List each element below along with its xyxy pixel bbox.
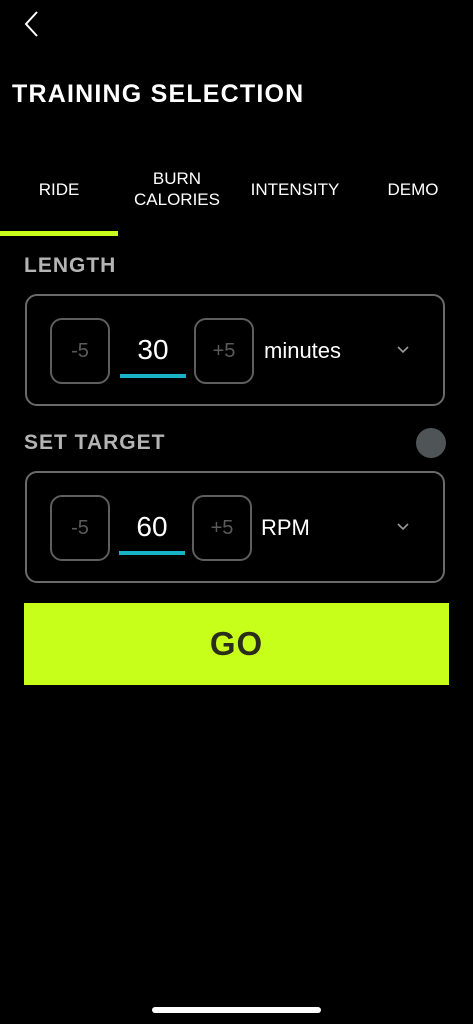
page-title: TRAINING SELECTION — [12, 80, 305, 108]
tab-ride[interactable]: RIDE — [0, 160, 118, 236]
tab-label: INTENSITY — [250, 179, 340, 199]
tab-intensity[interactable]: INTENSITY — [236, 160, 354, 236]
chevron-down-icon — [395, 519, 411, 535]
chevron-left-icon — [24, 11, 38, 37]
length-increment-button[interactable]: +5 — [194, 318, 254, 384]
target-unit-label: RPM — [261, 515, 310, 540]
training-tabs: RIDE BURN CALORIES INTENSITY DEMO — [0, 160, 473, 236]
chevron-down-icon — [395, 342, 411, 358]
target-unit-dropdown[interactable]: RPM — [261, 503, 411, 553]
go-button[interactable]: GO — [24, 603, 449, 685]
target-card: -5 +5 RPM — [25, 471, 445, 583]
length-card: -5 +5 minutes — [25, 294, 445, 406]
target-increment-button[interactable]: +5 — [192, 495, 252, 561]
length-decrement-button[interactable]: -5 — [50, 318, 110, 384]
tab-demo[interactable]: DEMO — [354, 160, 472, 236]
tab-burn-calories[interactable]: BURN CALORIES — [118, 160, 236, 236]
target-decrement-button[interactable]: -5 — [50, 495, 110, 561]
length-input-underline — [120, 374, 186, 378]
length-value-field — [120, 328, 186, 378]
target-input[interactable] — [119, 505, 185, 549]
set-target-toggle[interactable] — [416, 428, 446, 458]
length-label: LENGTH — [24, 254, 117, 277]
target-input-underline — [119, 551, 185, 555]
tab-label: BURN CALORIES — [134, 169, 220, 209]
back-button[interactable] — [14, 6, 50, 42]
target-value-field — [119, 505, 185, 555]
length-input[interactable] — [120, 328, 186, 372]
set-target-label: SET TARGET — [24, 431, 166, 454]
length-unit-label: minutes — [264, 338, 342, 363]
tab-label: RIDE — [38, 179, 80, 199]
tab-label: DEMO — [387, 179, 439, 199]
length-unit-dropdown[interactable]: minutes — [264, 326, 414, 376]
home-indicator — [152, 1007, 321, 1013]
